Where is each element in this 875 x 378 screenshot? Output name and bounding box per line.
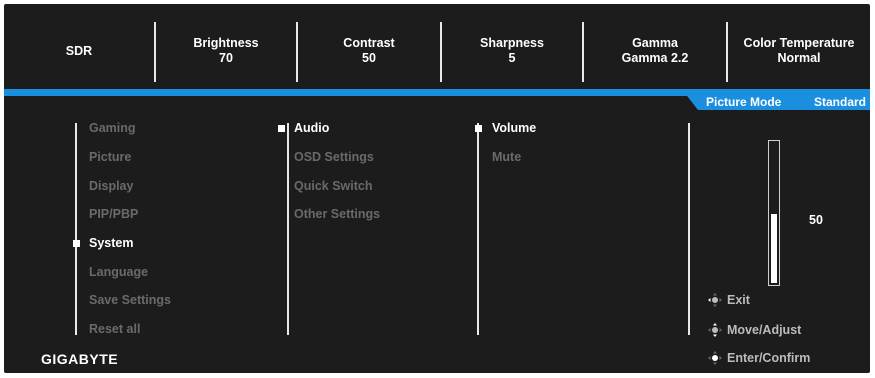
header-label: Gamma [632,36,678,50]
menu-item-system[interactable]: System [89,236,133,250]
joystick-left-icon [708,293,722,307]
volume-slider-fill [771,213,777,283]
audio-item-mute[interactable]: Mute [492,150,521,164]
picture-mode-label: Picture Mode [706,95,782,109]
header-value: 50 [362,51,376,65]
menu2-line [287,123,289,335]
menu-item-picture[interactable]: Picture [89,150,131,164]
volume-value: 50 [809,213,823,227]
header-label: Color Temperature [743,36,855,50]
menu-item-pip-pbp[interactable]: PIP/PBP [89,207,138,221]
header-value: Gamma 2.2 [621,51,689,65]
header-value: 5 [508,51,516,65]
header-item-sdr: SDR [14,44,144,59]
selection-marker [278,125,285,132]
submenu-item-other-settings[interactable]: Other Settings [294,207,380,221]
menu-item-reset-all[interactable]: Reset all [89,322,140,336]
header-label: Sharpness [480,36,544,50]
guide-exit-label: Exit [727,293,750,307]
volume-slider-handle[interactable] [769,212,779,214]
joystick-press-icon [708,351,722,365]
header-label: Brightness [193,36,259,50]
menu4-line [688,123,690,335]
picture-mode-value: Standard [814,95,867,109]
submenu-item-osd-settings[interactable]: OSD Settings [294,150,374,164]
audio-item-volume[interactable]: Volume [492,121,536,135]
header-label: SDR [65,44,93,58]
menu1-line [75,123,77,335]
selection-marker [475,125,482,132]
menu3-line [477,123,479,335]
menu-item-gaming[interactable]: Gaming [89,121,136,135]
brand-logo: GIGABYTE [41,351,119,367]
guide-enter-confirm: Enter/Confirm [707,350,810,366]
header-item-sharpness: Sharpness 5 [442,36,582,66]
menu-item-language[interactable]: Language [89,265,148,279]
menu-item-display[interactable]: Display [89,179,133,193]
menu-item-save-settings[interactable]: Save Settings [89,293,171,307]
submenu-item-audio[interactable]: Audio [294,121,329,135]
header-value: 70 [219,51,233,65]
guide-move-adjust: Move/Adjust [707,322,801,338]
joystick-updown-icon [708,323,722,337]
submenu-item-quick-switch[interactable]: Quick Switch [294,179,373,193]
header-label: Contrast [343,36,395,50]
header-item-contrast: Contrast 50 [298,36,440,66]
header-value: Normal [777,51,821,65]
volume-slider[interactable] [768,140,780,286]
guide-move-label: Move/Adjust [727,323,802,337]
header-item-gamma: Gamma Gamma 2.2 [584,36,726,66]
guide-enter-label: Enter/Confirm [727,351,811,365]
osd-window: SDR Brightness 70 Contrast 50 Sharpness … [4,4,870,373]
header-item-color-temperature: Color Temperature Normal [728,36,870,66]
guide-exit: Exit [707,292,750,308]
header-item-brightness: Brightness 70 [156,36,296,66]
selection-marker [73,240,80,247]
